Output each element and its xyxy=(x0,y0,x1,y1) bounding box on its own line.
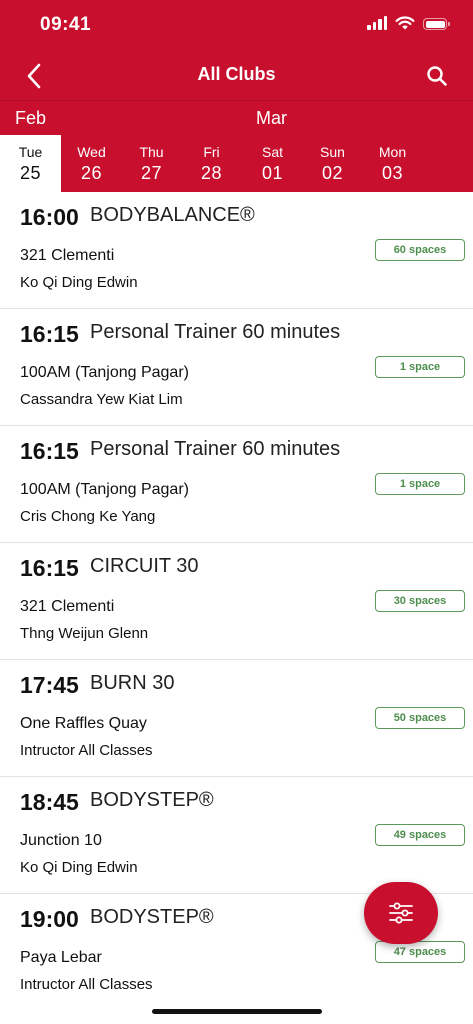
spaces-badge: 30 spaces xyxy=(375,590,465,612)
status-icons xyxy=(367,16,450,30)
class-name: BURN 30 xyxy=(90,672,175,694)
battery-icon xyxy=(423,18,450,30)
filter-button[interactable] xyxy=(364,882,438,944)
class-time: 16:15 xyxy=(20,321,79,347)
search-icon xyxy=(427,66,447,86)
class-instructor: Cris Chong Ke Yang xyxy=(20,508,156,525)
spaces-badge: 1 space xyxy=(375,356,465,378)
day-sat-01[interactable]: Sat 01 xyxy=(242,135,303,192)
day-mon-03[interactable]: Mon 03 xyxy=(362,135,423,192)
spaces-badge: 47 spaces xyxy=(375,941,465,963)
day-strip: Tue 25 Wed 26 Thu 27 Fri 28 Sat 01 Sun 0… xyxy=(0,135,473,192)
spaces-badge: 60 spaces xyxy=(375,239,465,261)
nav-divider xyxy=(0,100,473,101)
day-of-week: Tue xyxy=(18,144,43,160)
class-row[interactable]: 17:45 BURN 30 One Raffles Quay Intructor… xyxy=(0,660,473,777)
class-instructor: Ko Qi Ding Edwin xyxy=(20,859,138,876)
class-time: 16:00 xyxy=(20,204,79,230)
class-club: 100AM (Tanjong Pagar) xyxy=(20,481,189,498)
day-of-week: Fri xyxy=(203,144,220,160)
class-time: 16:15 xyxy=(20,438,79,464)
wifi-icon xyxy=(395,16,415,30)
nav-bar: All Clubs xyxy=(0,50,473,100)
day-of-week: Wed xyxy=(77,144,106,160)
status-time: 09:41 xyxy=(40,14,92,35)
spaces-badge: 1 space xyxy=(375,473,465,495)
class-instructor: Ko Qi Ding Edwin xyxy=(20,274,138,291)
cellular-signal-icon xyxy=(367,16,387,30)
class-club: 100AM (Tanjong Pagar) xyxy=(20,364,189,381)
spaces-badge: 49 spaces xyxy=(375,824,465,846)
class-name: BODYSTEP® xyxy=(90,789,214,811)
month-label-mar: Mar xyxy=(256,108,287,128)
class-instructor: Intructor All Classes xyxy=(20,976,153,993)
class-club: 321 Clementi xyxy=(20,598,115,615)
header: 09:41 All Clubs Feb Mar Tue 25 Wed 26 Th… xyxy=(0,0,473,192)
class-instructor: Intructor All Classes xyxy=(20,742,153,759)
class-time: 18:45 xyxy=(20,789,79,815)
day-number: 01 xyxy=(261,163,284,183)
status-bar: 09:41 xyxy=(0,0,473,50)
class-instructor: Thng Weijun Glenn xyxy=(20,625,149,642)
class-name: Personal Trainer 60 minutes xyxy=(90,321,341,343)
class-row[interactable]: 16:00 BODYBALANCE® 321 Clementi Ko Qi Di… xyxy=(0,192,473,309)
home-indicator xyxy=(152,1009,322,1014)
class-name: BODYSTEP® xyxy=(90,906,214,928)
day-number: 28 xyxy=(200,163,223,183)
class-row[interactable]: 18:45 BODYSTEP® Junction 10 Ko Qi Ding E… xyxy=(0,777,473,894)
class-name: CIRCUIT 30 xyxy=(90,555,199,577)
class-time: 19:00 xyxy=(20,906,79,932)
day-tue-25[interactable]: Tue 25 xyxy=(0,135,61,192)
class-instructor: Cassandra Yew Kiat Lim xyxy=(20,391,183,408)
filter-sliders-icon xyxy=(389,902,413,924)
class-time: 16:15 xyxy=(20,555,79,581)
month-label-feb: Feb xyxy=(15,108,47,128)
class-club: 321 Clementi xyxy=(20,247,115,264)
day-of-week: Mon xyxy=(378,144,407,160)
day-of-week: Thu xyxy=(139,144,164,160)
class-name: BODYBALANCE® xyxy=(90,204,255,226)
day-fri-28[interactable]: Fri 28 xyxy=(181,135,242,192)
class-club: One Raffles Quay xyxy=(20,715,147,732)
day-thu-27[interactable]: Thu 27 xyxy=(121,135,182,192)
day-number: 25 xyxy=(19,163,42,183)
search-button[interactable] xyxy=(421,60,453,92)
class-row[interactable]: 16:15 Personal Trainer 60 minutes 100AM … xyxy=(0,426,473,543)
class-row[interactable]: 16:15 Personal Trainer 60 minutes 100AM … xyxy=(0,309,473,426)
page-title: All Clubs xyxy=(197,64,276,84)
day-number: 03 xyxy=(381,163,404,183)
day-of-week: Sun xyxy=(320,144,345,160)
class-club: Paya Lebar xyxy=(20,949,102,966)
day-number: 26 xyxy=(80,163,103,183)
class-time: 17:45 xyxy=(20,672,79,698)
day-sun-02[interactable]: Sun 02 xyxy=(302,135,363,192)
day-wed-26[interactable]: Wed 26 xyxy=(61,135,122,192)
class-name: Personal Trainer 60 minutes xyxy=(90,438,341,460)
class-row[interactable]: 16:15 CIRCUIT 30 321 Clementi Thng Weiju… xyxy=(0,543,473,660)
day-number: 02 xyxy=(321,163,344,183)
day-of-week: Sat xyxy=(261,144,283,160)
spaces-badge: 50 spaces xyxy=(375,707,465,729)
day-number: 27 xyxy=(140,163,163,183)
class-club: Junction 10 xyxy=(20,832,102,849)
